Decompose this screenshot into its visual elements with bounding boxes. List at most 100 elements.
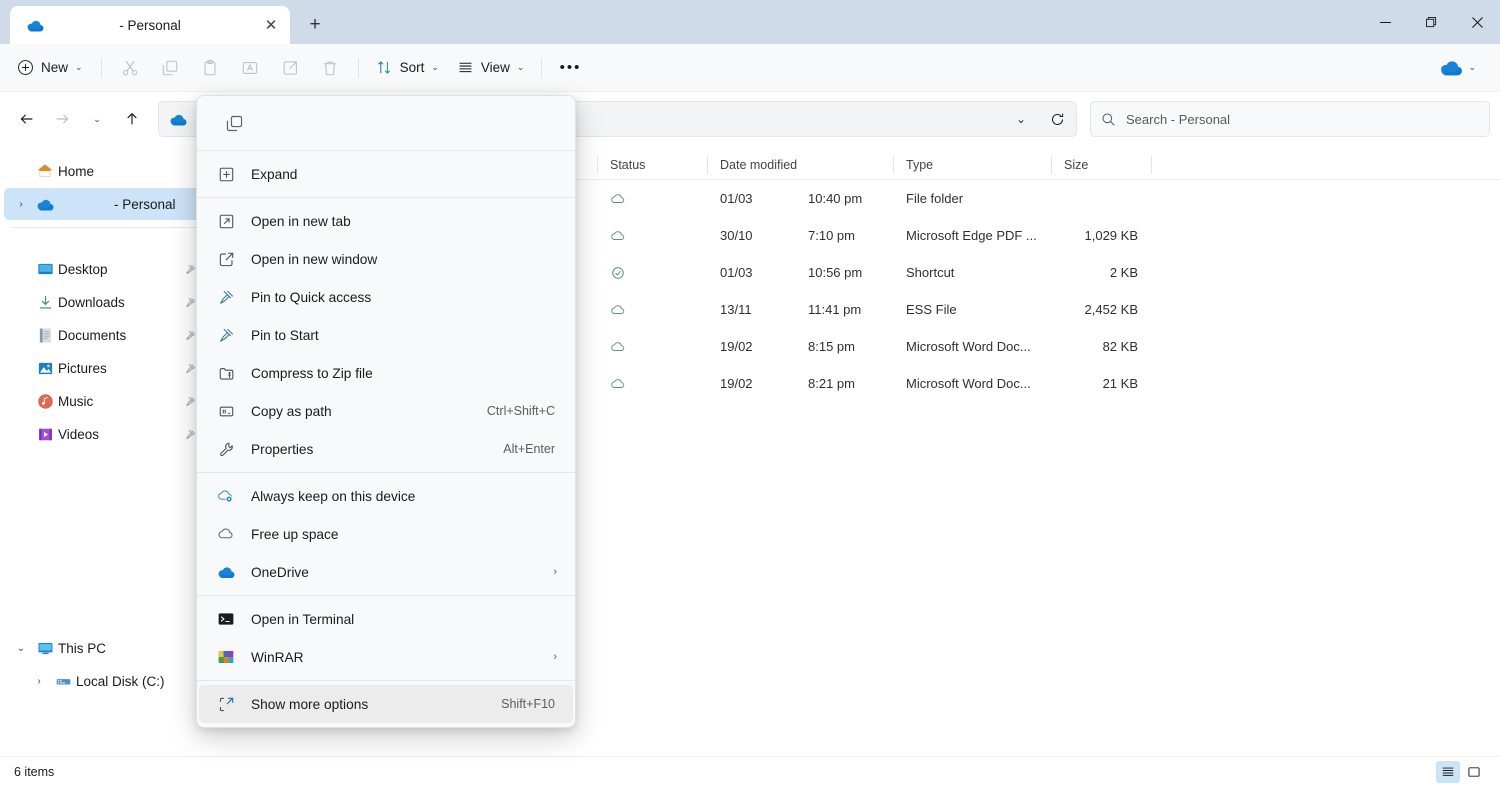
chevron-down-icon[interactable]: ⌄ [1468, 62, 1476, 73]
tab-title: - Personal [46, 18, 258, 33]
time-value: 10:56 pm [808, 265, 862, 280]
onedrive-cloud-icon[interactable] [1439, 55, 1464, 80]
menu-item-open-in-terminal[interactable]: Open in Terminal [199, 600, 573, 638]
available-offline-icon [610, 265, 626, 281]
tab-personal[interactable]: - Personal ✕ [10, 6, 290, 44]
sidebar-item-local-disk-c[interactable]: › Local Disk (C:) [4, 665, 204, 697]
refresh-icon[interactable] [1042, 104, 1072, 134]
size-cell: 2,452 KB [1052, 302, 1152, 317]
back-button[interactable] [10, 102, 44, 136]
menu-item-properties[interactable]: Properties Alt+Enter [199, 430, 573, 468]
paste-icon[interactable] [191, 52, 229, 84]
time-value: 8:21 pm [808, 376, 855, 391]
column-header-date[interactable]: Date modified [708, 151, 894, 179]
up-button[interactable] [115, 102, 149, 136]
chevron-right-icon[interactable]: › [28, 676, 50, 687]
menu-item-free-up-space[interactable]: Free up space [199, 515, 573, 553]
cut-icon[interactable] [111, 52, 149, 84]
close-icon[interactable]: ✕ [258, 12, 284, 38]
view-button[interactable]: View ⌄ [449, 52, 533, 84]
plus-circle-icon [17, 59, 34, 76]
delete-icon[interactable] [311, 52, 349, 84]
menu-item-open-in-new-tab[interactable]: Open in new tab [199, 202, 573, 240]
menu-item-winrar[interactable]: WinRAR › [199, 638, 573, 676]
menu-item-label: Always keep on this device [251, 489, 559, 504]
sidebar-item-videos[interactable]: Videos [4, 418, 204, 450]
desktop-icon [32, 261, 58, 278]
chevron-right-icon[interactable]: › [10, 199, 32, 210]
sidebar-item-documents[interactable]: Documents [4, 319, 204, 351]
menu-item-label: Open in new window [251, 252, 559, 267]
type-cell: Microsoft Word Doc... [894, 339, 1052, 354]
large-icons-view-icon[interactable] [1462, 761, 1486, 783]
search-input[interactable]: Search - Personal [1090, 101, 1490, 137]
sidebar-item-desktop[interactable]: Desktop [4, 253, 204, 285]
cloud-only-icon [610, 302, 626, 318]
size-cell: 1,029 KB [1052, 228, 1152, 243]
menu-item-expand[interactable]: Expand [199, 155, 573, 193]
menu-item-open-in-new-window[interactable]: Open in new window [199, 240, 573, 278]
terminal-icon [215, 610, 237, 628]
ellipsis-icon: ••• [560, 59, 582, 76]
column-header-size[interactable]: Size [1052, 151, 1152, 179]
column-header-type[interactable]: Type [894, 151, 1052, 179]
winrar-icon [215, 648, 237, 666]
pin-icon[interactable] [185, 330, 196, 341]
menu-item-label: Copy as path [251, 404, 473, 419]
menu-item-always-keep-on-device[interactable]: Always keep on this device [199, 477, 573, 515]
maximize-button[interactable] [1408, 0, 1454, 44]
menu-item-compress-to-zip[interactable]: Compress to Zip file [199, 354, 573, 392]
sidebar-item-music[interactable]: Music [4, 385, 204, 417]
copy-icon[interactable] [219, 108, 249, 138]
menu-item-accelerator: Alt+Enter [503, 442, 559, 456]
new-button[interactable]: New ⌄ [10, 52, 92, 84]
search-placeholder: Search - Personal [1126, 112, 1230, 127]
sidebar-item-downloads[interactable]: Downloads [4, 286, 204, 318]
sidebar-item-label: Documents [58, 328, 126, 343]
menu-item-onedrive[interactable]: OneDrive › [199, 553, 573, 591]
chevron-down-icon[interactable]: ⌄ [10, 643, 32, 654]
show-more-options-icon [215, 696, 237, 713]
column-header-status[interactable]: Status [598, 151, 708, 179]
view-icon [457, 59, 474, 76]
chevron-down-icon: ⌄ [431, 62, 439, 73]
date-value: 30/10 [720, 228, 808, 243]
sidebar-item-label: Home [58, 164, 94, 179]
menu-item-show-more-options[interactable]: Show more options Shift+F10 [199, 685, 573, 723]
menu-item-pin-to-start[interactable]: Pin to Start [199, 316, 573, 354]
more-options-button[interactable]: ••• [551, 52, 589, 84]
recent-locations-button[interactable]: ⌄ [80, 102, 114, 136]
sort-button[interactable]: Sort ⌄ [368, 52, 447, 84]
new-tab-button[interactable]: + [298, 9, 332, 41]
close-window-button[interactable] [1454, 0, 1500, 44]
minimize-button[interactable] [1362, 0, 1408, 44]
status-cell [598, 339, 708, 355]
sidebar-item-pictures[interactable]: Pictures [4, 352, 204, 384]
pin-icon[interactable] [185, 396, 196, 407]
sort-label: Sort [400, 60, 425, 75]
sidebar-item-label: Downloads [58, 295, 125, 310]
open-new-tab-icon [215, 213, 237, 230]
details-view-icon[interactable] [1436, 761, 1460, 783]
sidebar-item-this-pc[interactable]: ⌄ This PC [4, 632, 204, 664]
address-chevron-down-icon[interactable]: ⌄ [1006, 104, 1036, 134]
sidebar-item-label: - Personal [58, 197, 176, 212]
time-value: 11:41 pm [808, 302, 861, 317]
properties-wrench-icon [215, 441, 237, 458]
copy-icon[interactable] [151, 52, 189, 84]
rename-icon[interactable] [231, 52, 269, 84]
menu-item-label: Compress to Zip file [251, 366, 559, 381]
sidebar-item-personal[interactable]: › - Personal [4, 188, 204, 220]
sidebar-item-home[interactable]: Home [4, 155, 204, 187]
menu-item-label: Expand [251, 167, 559, 182]
pin-icon[interactable] [185, 429, 196, 440]
pin-icon[interactable] [185, 297, 196, 308]
menu-item-pin-to-quick-access[interactable]: Pin to Quick access [199, 278, 573, 316]
pin-icon[interactable] [185, 363, 196, 374]
share-icon[interactable] [271, 52, 309, 84]
navigation-pane: Home › - Personal [0, 146, 212, 772]
forward-button[interactable] [45, 102, 79, 136]
pin-icon[interactable] [185, 264, 196, 275]
menu-item-copy-as-path[interactable]: Copy as path Ctrl+Shift+C [199, 392, 573, 430]
onedrive-cloud-icon [24, 14, 46, 36]
